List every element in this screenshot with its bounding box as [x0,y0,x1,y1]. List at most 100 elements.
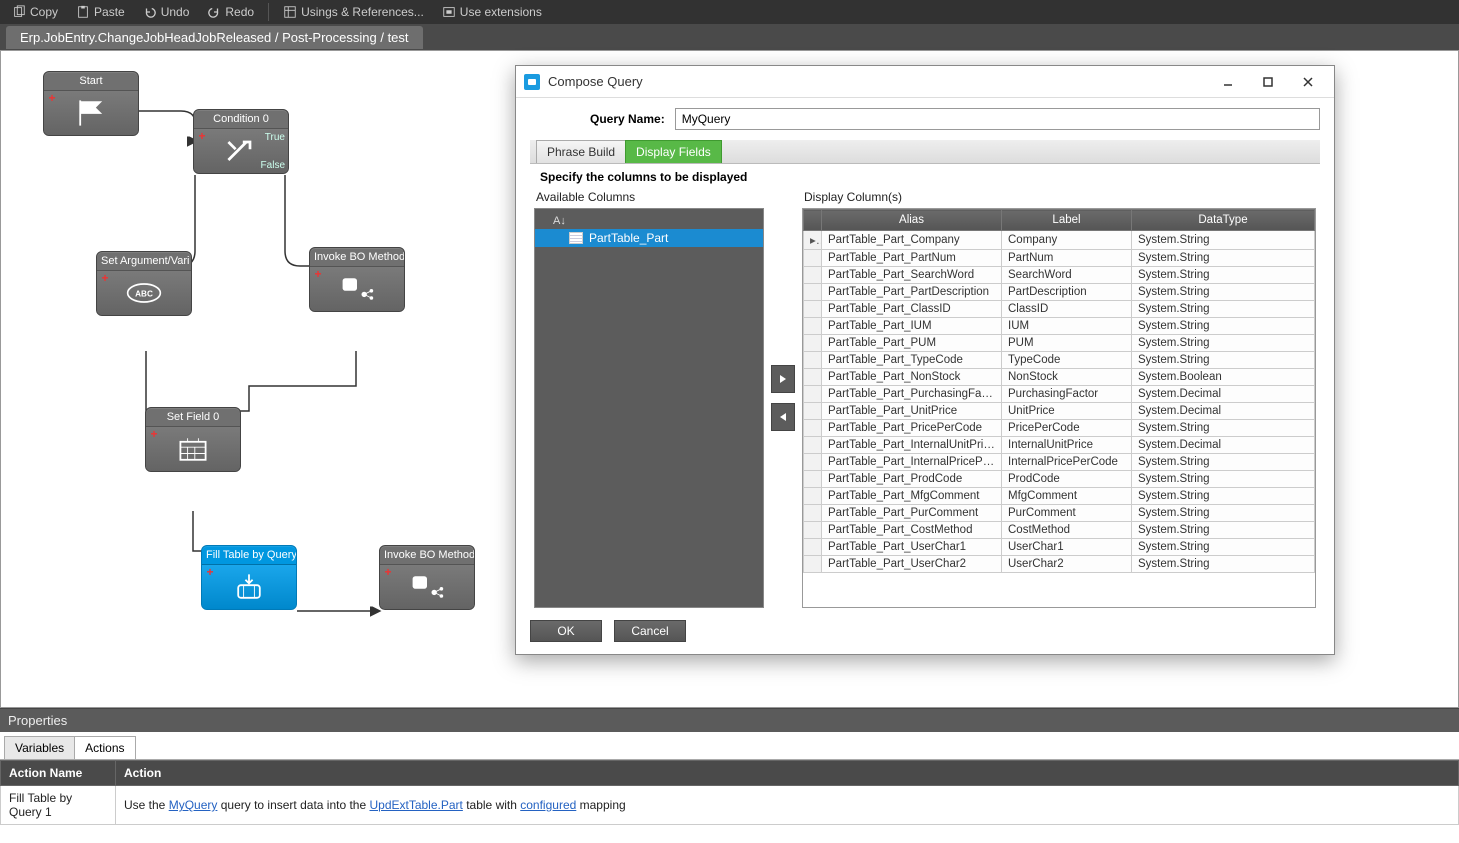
tab-variables[interactable]: Variables [4,736,75,759]
cell-alias[interactable]: PartTable_Part_Company [822,231,1002,250]
cell-alias[interactable]: PartTable_Part_ProdCode [822,471,1002,488]
cell-alias[interactable]: PartTable_Part_UnitPrice [822,403,1002,420]
cell-alias[interactable]: PartTable_Part_SearchWord [822,267,1002,284]
grid-row[interactable]: PartTable_Part_IUMIUMSystem.String [804,318,1315,335]
grid-row[interactable]: PartTable_Part_PartDescriptionPartDescri… [804,284,1315,301]
grid-row[interactable]: PartTable_Part_PurchasingFactorPurchasin… [804,386,1315,403]
cell-datatype[interactable]: System.String [1132,539,1315,556]
node-start[interactable]: Start + [43,71,139,136]
grid-row[interactable]: PartTable_Part_ClassIDClassIDSystem.Stri… [804,301,1315,318]
row-header[interactable] [804,231,822,250]
node-invoke-bo-2[interactable]: Invoke BO Method + [379,545,475,610]
cell-datatype[interactable]: System.String [1132,420,1315,437]
tab-actions[interactable]: Actions [74,736,135,759]
paste-button[interactable]: Paste [68,3,133,21]
cell-alias[interactable]: PartTable_Part_NonStock [822,369,1002,386]
minimize-button[interactable] [1210,70,1246,94]
cancel-button[interactable]: Cancel [614,620,686,642]
row-header[interactable] [804,301,822,318]
tab-display-fields[interactable]: Display Fields [625,140,722,163]
row-header[interactable] [804,386,822,403]
link-configured[interactable]: configured [520,798,576,812]
grid-row[interactable]: PartTable_Part_PartNumPartNumSystem.Stri… [804,250,1315,267]
link-table[interactable]: UpdExtTable.Part [369,798,462,812]
cell-label[interactable]: PUM [1002,335,1132,352]
grid-row[interactable]: PartTable_Part_ProdCodeProdCodeSystem.St… [804,471,1315,488]
grid-row[interactable]: PartTable_Part_PricePerCodePricePerCodeS… [804,420,1315,437]
cell-datatype[interactable]: System.String [1132,556,1315,573]
cell-datatype[interactable]: System.Boolean [1132,369,1315,386]
sort-icon[interactable]: A↓ [553,215,566,227]
link-myquery[interactable]: MyQuery [169,798,218,812]
cell-label[interactable]: MfgComment [1002,488,1132,505]
tab-phrase-build[interactable]: Phrase Build [536,140,626,163]
cell-label[interactable]: PartDescription [1002,284,1132,301]
cell-label[interactable]: UserChar2 [1002,556,1132,573]
cell-datatype[interactable]: System.String [1132,454,1315,471]
row-header[interactable] [804,505,822,522]
row-header[interactable] [804,335,822,352]
cell-datatype[interactable]: System.Decimal [1132,437,1315,454]
row-header[interactable] [804,471,822,488]
row-header[interactable] [804,352,822,369]
redo-button[interactable]: Redo [199,3,262,21]
cell-label[interactable]: PricePerCode [1002,420,1132,437]
extensions-button[interactable]: Use extensions [434,3,550,21]
cell-label[interactable]: NonStock [1002,369,1132,386]
grid-row[interactable]: PartTable_Part_SearchWordSearchWordSyste… [804,267,1315,284]
breadcrumb[interactable]: Erp.JobEntry.ChangeJobHeadJobReleased / … [6,26,423,49]
cell-label[interactable]: PartNum [1002,250,1132,267]
cell-alias[interactable]: PartTable_Part_PurComment [822,505,1002,522]
cell-alias[interactable]: PartTable_Part_UserChar1 [822,539,1002,556]
col-label[interactable]: Label [1002,210,1132,231]
cell-alias[interactable]: PartTable_Part_PartDescription [822,284,1002,301]
grid-row[interactable]: PartTable_Part_PUMPUMSystem.String [804,335,1315,352]
add-column-button[interactable] [771,365,795,393]
grid-row[interactable]: PartTable_Part_PurCommentPurCommentSyste… [804,505,1315,522]
cell-alias[interactable]: PartTable_Part_PUM [822,335,1002,352]
cell-label[interactable]: InternalPricePerCode [1002,454,1132,471]
cell-alias[interactable]: PartTable_Part_PartNum [822,250,1002,267]
cell-datatype[interactable]: System.String [1132,301,1315,318]
cell-datatype[interactable]: System.String [1132,505,1315,522]
cell-label[interactable]: IUM [1002,318,1132,335]
node-set-argument[interactable]: Set Argument/Vari + ABC [96,251,192,316]
ok-button[interactable]: OK [530,620,602,642]
cell-datatype[interactable]: System.String [1132,284,1315,301]
cell-datatype[interactable]: System.String [1132,522,1315,539]
row-header[interactable] [804,454,822,471]
row-header[interactable] [804,250,822,267]
cell-label[interactable]: UnitPrice [1002,403,1132,420]
grid-row[interactable]: PartTable_Part_CostMethodCostMethodSyste… [804,522,1315,539]
cell-label[interactable]: InternalUnitPrice [1002,437,1132,454]
grid-row[interactable]: PartTable_Part_MfgCommentMfgCommentSyste… [804,488,1315,505]
row-header[interactable] [804,488,822,505]
grid-row[interactable]: PartTable_Part_NonStockNonStockSystem.Bo… [804,369,1315,386]
grid-row[interactable]: PartTable_Part_TypeCodeTypeCodeSystem.St… [804,352,1315,369]
cell-label[interactable]: UserChar1 [1002,539,1132,556]
cell-label[interactable]: ProdCode [1002,471,1132,488]
cell-datatype[interactable]: System.String [1132,231,1315,250]
row-header[interactable] [804,284,822,301]
cell-datatype[interactable]: System.String [1132,352,1315,369]
cell-alias[interactable]: PartTable_Part_CostMethod [822,522,1002,539]
cell-label[interactable]: TypeCode [1002,352,1132,369]
copy-button[interactable]: Copy [4,3,66,21]
row-header[interactable] [804,420,822,437]
maximize-button[interactable] [1250,70,1286,94]
node-set-field[interactable]: Set Field 0 + [145,407,241,472]
cell-alias[interactable]: PartTable_Part_UserChar2 [822,556,1002,573]
row-header[interactable] [804,437,822,454]
row-header[interactable] [804,267,822,284]
action-row[interactable]: Fill Table by Query 1 Use the MyQuery qu… [1,786,1459,825]
cell-alias[interactable]: PartTable_Part_IUM [822,318,1002,335]
query-name-input[interactable] [675,108,1320,130]
row-header[interactable] [804,369,822,386]
col-alias[interactable]: Alias [822,210,1002,231]
cell-datatype[interactable]: System.String [1132,335,1315,352]
usings-button[interactable]: Usings & References... [275,3,432,21]
cell-label[interactable]: ClassID [1002,301,1132,318]
cell-alias[interactable]: PartTable_Part_PurchasingFactor [822,386,1002,403]
row-header[interactable] [804,318,822,335]
cell-label[interactable]: PurchasingFactor [1002,386,1132,403]
